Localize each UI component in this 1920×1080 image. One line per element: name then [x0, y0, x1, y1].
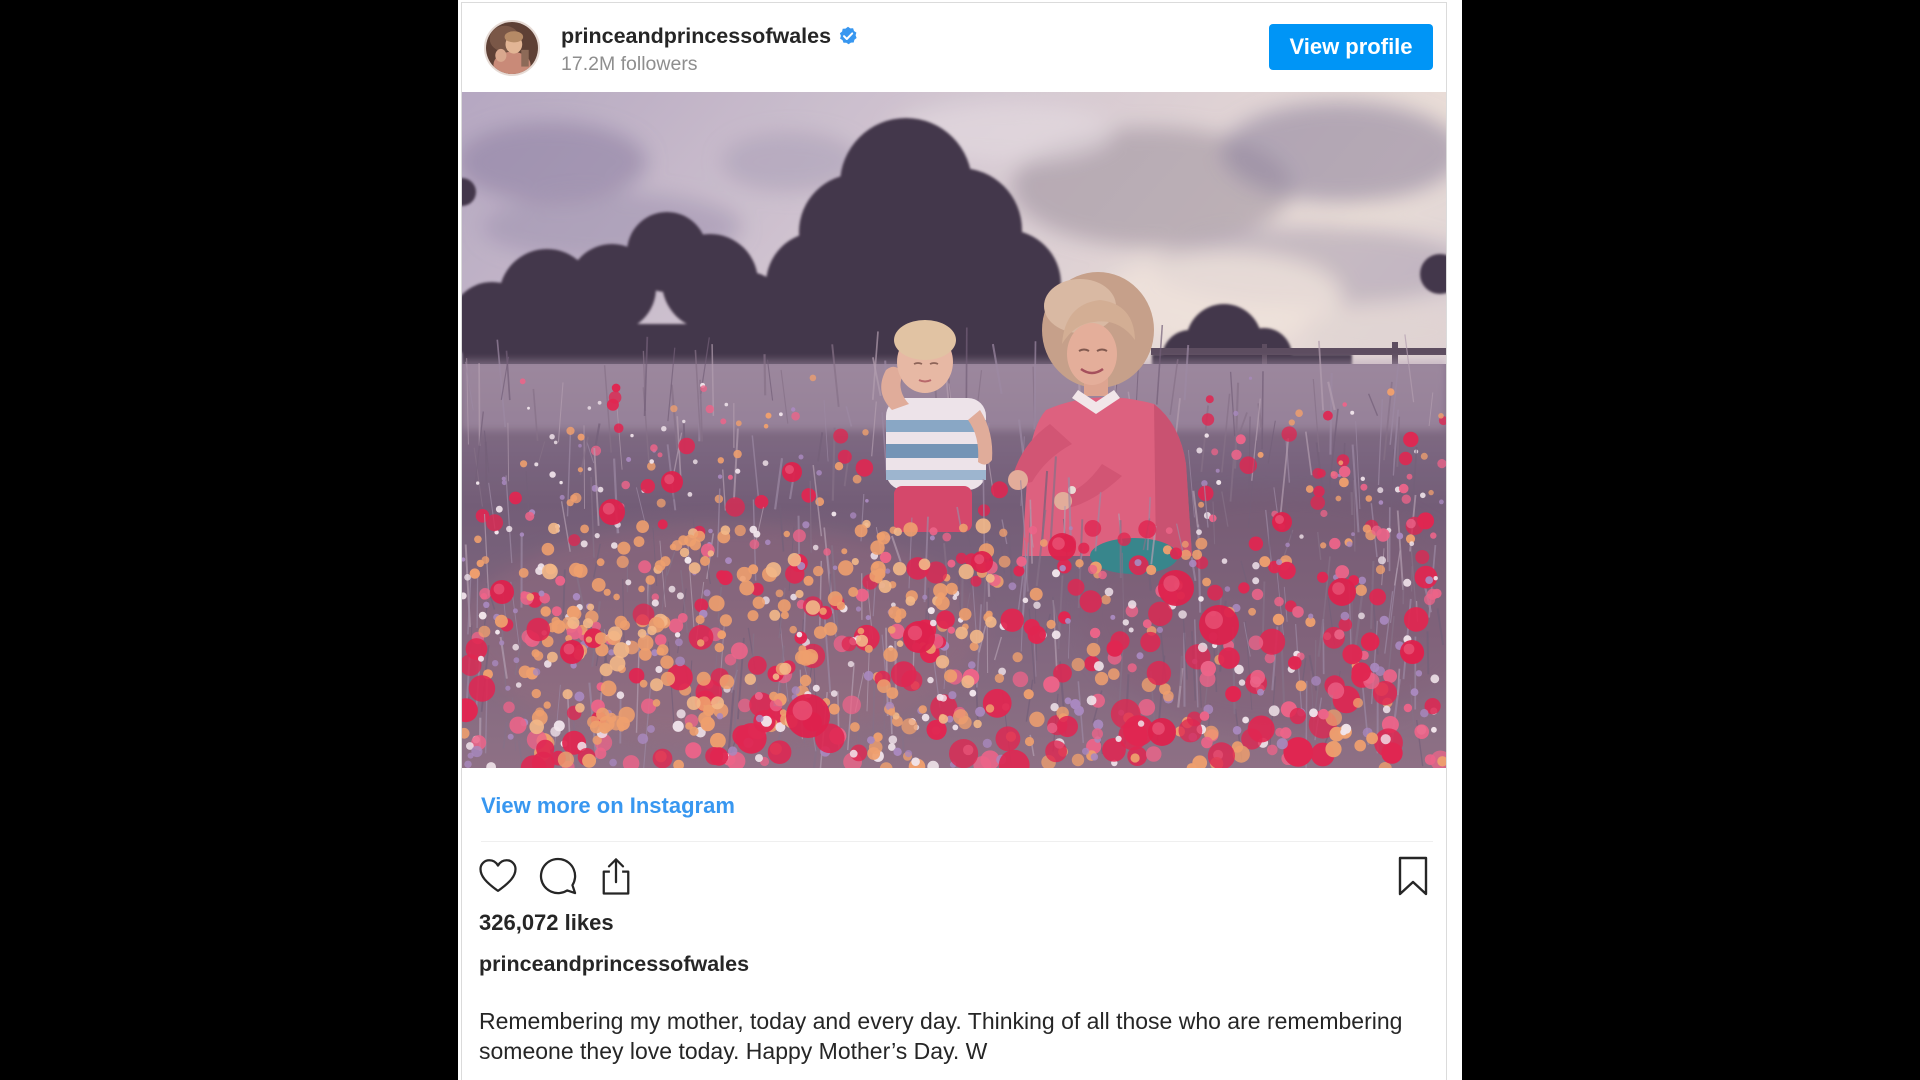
- photo-color-cast: [462, 92, 1446, 768]
- profile-username-link[interactable]: princeandprincessofwales: [561, 23, 858, 49]
- post-photo[interactable]: [462, 92, 1446, 768]
- view-more-on-instagram-link[interactable]: View more on Instagram: [481, 792, 735, 820]
- avatar-image: [486, 22, 538, 74]
- view-profile-button[interactable]: View profile: [1269, 24, 1433, 70]
- like-count[interactable]: 326,072 likes: [479, 909, 614, 937]
- caption-username-link[interactable]: princeandprincessofwales: [479, 950, 749, 978]
- share-icon[interactable]: [595, 855, 637, 897]
- caption-text: Remembering my mother, today and every d…: [479, 1008, 1403, 1064]
- bookmark-icon[interactable]: [1397, 855, 1429, 897]
- comment-icon[interactable]: [537, 855, 579, 897]
- verified-badge-icon: [838, 26, 858, 46]
- avatar[interactable]: [484, 20, 540, 76]
- follower-count: 17.2M followers: [561, 53, 698, 75]
- heart-icon[interactable]: [477, 855, 519, 897]
- profile-username: princeandprincessofwales: [561, 24, 832, 48]
- instagram-embed-card: princeandprincessofwales 17.2M followers…: [461, 2, 1447, 1080]
- divider: [481, 841, 1433, 842]
